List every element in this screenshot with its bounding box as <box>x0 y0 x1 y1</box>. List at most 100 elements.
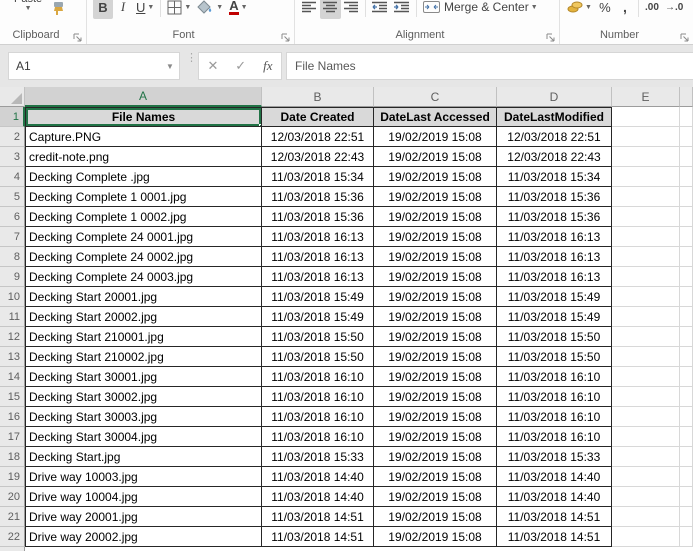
cell-D4[interactable]: 11/03/2018 15:34 <box>497 167 612 187</box>
number-dialog-launcher[interactable] <box>680 30 690 42</box>
cell-D20[interactable]: 11/03/2018 14:40 <box>497 487 612 507</box>
cell-E6[interactable] <box>612 207 680 227</box>
cell-D6[interactable]: 11/03/2018 15:36 <box>497 207 612 227</box>
cell-F9[interactable] <box>680 267 693 287</box>
cell-C19[interactable]: 19/02/2019 15:08 <box>374 467 497 487</box>
cell-B18[interactable]: 11/03/2018 15:33 <box>262 447 374 467</box>
underline-button[interactable]: U ▼ <box>133 0 157 19</box>
cell-D17[interactable]: 11/03/2018 16:10 <box>497 427 612 447</box>
cell-D11[interactable]: 11/03/2018 15:49 <box>497 307 612 327</box>
cell-A6[interactable]: Decking Complete 1 0002.jpg <box>25 207 262 227</box>
alignment-dialog-launcher[interactable] <box>546 30 556 42</box>
cell-E8[interactable] <box>612 247 680 267</box>
cell-D9[interactable]: 11/03/2018 16:13 <box>497 267 612 287</box>
cell-E15[interactable] <box>612 387 680 407</box>
select-all-button[interactable] <box>0 87 25 107</box>
cell-E21[interactable] <box>612 507 680 527</box>
column-header-C[interactable]: C <box>374 87 497 107</box>
cell-E5[interactable] <box>612 187 680 207</box>
cell-D1[interactable]: DateLastModified <box>497 107 612 127</box>
cell-A5[interactable]: Decking Complete 1 0001.jpg <box>25 187 262 207</box>
cell-B5[interactable]: 11/03/2018 15:36 <box>262 187 374 207</box>
column-header-B[interactable]: B <box>262 87 374 107</box>
cell-C2[interactable]: 19/02/2019 15:08 <box>374 127 497 147</box>
cell-A19[interactable]: Drive way 10003.jpg <box>25 467 262 487</box>
cell-F22[interactable] <box>680 527 693 547</box>
row-header-17[interactable]: 17 <box>0 427 25 447</box>
cell-E2[interactable] <box>612 127 680 147</box>
cell-A12[interactable]: Decking Start 210001.jpg <box>25 327 262 347</box>
align-right-button[interactable] <box>341 0 362 19</box>
cell-B17[interactable]: 11/03/2018 16:10 <box>262 427 374 447</box>
decrease-indent-button[interactable] <box>369 0 391 19</box>
column-header-A[interactable]: A <box>25 87 262 107</box>
cell-C17[interactable]: 19/02/2019 15:08 <box>374 427 497 447</box>
row-header-4[interactable]: 4 <box>0 167 25 187</box>
borders-button[interactable]: ▼ <box>164 0 194 19</box>
cell-C13[interactable]: 19/02/2019 15:08 <box>374 347 497 367</box>
cell-E9[interactable] <box>612 267 680 287</box>
cell-D15[interactable]: 11/03/2018 16:10 <box>497 387 612 407</box>
cell-C3[interactable]: 19/02/2019 15:08 <box>374 147 497 167</box>
formula-bar-resize-handle[interactable]: ⋮ <box>186 53 197 64</box>
cell-C9[interactable]: 19/02/2019 15:08 <box>374 267 497 287</box>
cell-C16[interactable]: 19/02/2019 15:08 <box>374 407 497 427</box>
cell-A21[interactable]: Drive way 20001.jpg <box>25 507 262 527</box>
row-header-8[interactable]: 8 <box>0 247 25 267</box>
cell-F20[interactable] <box>680 487 693 507</box>
cell-E1[interactable] <box>612 107 680 127</box>
cell-E16[interactable] <box>612 407 680 427</box>
cell-E14[interactable] <box>612 367 680 387</box>
cell-B16[interactable]: 11/03/2018 16:10 <box>262 407 374 427</box>
cell-A15[interactable]: Decking Start 30002.jpg <box>25 387 262 407</box>
cell-D10[interactable]: 11/03/2018 15:49 <box>497 287 612 307</box>
cell-A16[interactable]: Decking Start 30003.jpg <box>25 407 262 427</box>
column-header-D[interactable]: D <box>497 87 612 107</box>
row-header-14[interactable]: 14 <box>0 367 25 387</box>
cell-F19[interactable] <box>680 467 693 487</box>
column-header-E[interactable]: E <box>612 87 680 107</box>
cell-D19[interactable]: 11/03/2018 14:40 <box>497 467 612 487</box>
accounting-format-button[interactable]: ▼ <box>564 0 595 19</box>
cell-B22[interactable]: 11/03/2018 14:51 <box>262 527 374 547</box>
cell-F13[interactable] <box>680 347 693 367</box>
cell-C4[interactable]: 19/02/2019 15:08 <box>374 167 497 187</box>
cell-D3[interactable]: 12/03/2018 22:43 <box>497 147 612 167</box>
row-header-13[interactable]: 13 <box>0 347 25 367</box>
cell-F4[interactable] <box>680 167 693 187</box>
cell-F5[interactable] <box>680 187 693 207</box>
row-header-19[interactable]: 19 <box>0 467 25 487</box>
decrease-decimal-button[interactable]: →.0 <box>662 0 686 19</box>
row-header-21[interactable]: 21 <box>0 507 25 527</box>
formula-input[interactable]: File Names <box>286 52 693 80</box>
cell-F12[interactable] <box>680 327 693 347</box>
row-header-22[interactable]: 22 <box>0 527 25 547</box>
cell-A18[interactable]: Decking Start.jpg <box>25 447 262 467</box>
cell-C18[interactable]: 19/02/2019 15:08 <box>374 447 497 467</box>
cell-B20[interactable]: 11/03/2018 14:40 <box>262 487 374 507</box>
row-header-2[interactable]: 2 <box>0 127 25 147</box>
cell-E17[interactable] <box>612 427 680 447</box>
font-dialog-launcher[interactable] <box>281 30 291 42</box>
column-header-partial[interactable] <box>680 87 693 107</box>
cell-E19[interactable] <box>612 467 680 487</box>
cell-B6[interactable]: 11/03/2018 15:36 <box>262 207 374 227</box>
cell-F15[interactable] <box>680 387 693 407</box>
row-header-1[interactable]: 1 <box>0 107 25 127</box>
cell-A4[interactable]: Decking Complete .jpg <box>25 167 262 187</box>
format-painter-button[interactable] <box>48 0 72 21</box>
paste-button[interactable]: Paste ▼ <box>14 0 42 12</box>
cell-C15[interactable]: 19/02/2019 15:08 <box>374 387 497 407</box>
insert-function-icon[interactable]: fx <box>263 58 272 74</box>
cell-A11[interactable]: Decking Start 20002.jpg <box>25 307 262 327</box>
row-header-5[interactable]: 5 <box>0 187 25 207</box>
cell-A17[interactable]: Decking Start 30004.jpg <box>25 427 262 447</box>
cell-B14[interactable]: 11/03/2018 16:10 <box>262 367 374 387</box>
cell-A3[interactable]: credit-note.png <box>25 147 262 167</box>
cell-F17[interactable] <box>680 427 693 447</box>
enter-icon[interactable]: ✓ <box>235 58 246 74</box>
cell-F18[interactable] <box>680 447 693 467</box>
cell-D18[interactable]: 11/03/2018 15:33 <box>497 447 612 467</box>
cell-E18[interactable] <box>612 447 680 467</box>
row-header-20[interactable]: 20 <box>0 487 25 507</box>
